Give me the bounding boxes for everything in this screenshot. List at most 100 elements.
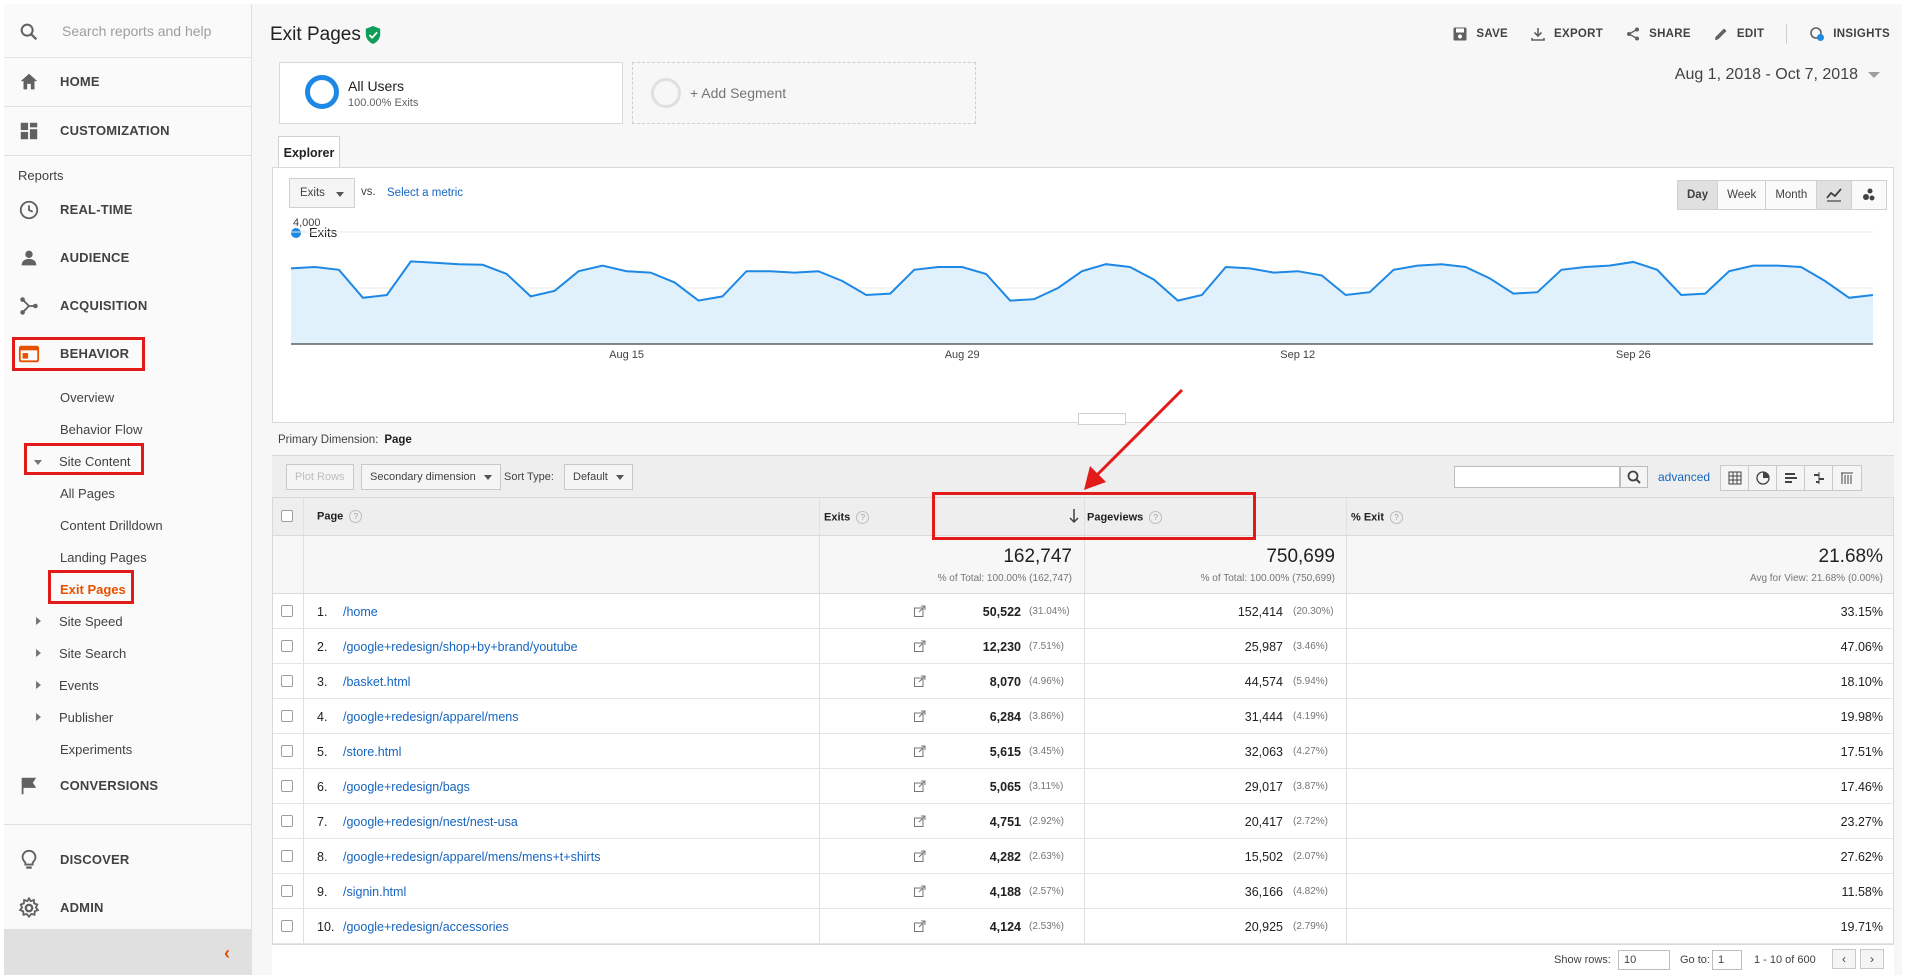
select-all-checkbox[interactable]: [281, 510, 293, 522]
pivot-view-button[interactable]: [1833, 466, 1861, 490]
show-rows-select[interactable]: 10: [1618, 950, 1670, 970]
export-button[interactable]: EXPORT: [1530, 26, 1603, 42]
sidebar-item-behavior-flow[interactable]: Behavior Flow: [60, 422, 142, 437]
page-link[interactable]: /basket.html: [343, 675, 410, 689]
sidebar-item-label: BEHAVIOR: [60, 346, 130, 361]
help-icon[interactable]: ?: [1390, 511, 1404, 524]
collapse-sidebar-button[interactable]: ‹: [4, 929, 252, 975]
row-checkbox[interactable]: [281, 850, 293, 862]
sidebar-item-content-drilldown[interactable]: Content Drilldown: [60, 518, 163, 533]
row-checkbox[interactable]: [281, 885, 293, 897]
page-link[interactable]: /store.html: [343, 745, 401, 759]
external-link-icon[interactable]: [914, 850, 926, 862]
sidebar-search[interactable]: Search reports and help: [4, 4, 251, 58]
help-icon[interactable]: ?: [1149, 511, 1163, 524]
pencil-icon: [1714, 28, 1727, 40]
page-link[interactable]: /google+redesign/shop+by+brand/youtube: [343, 640, 578, 654]
sidebar-item-overview[interactable]: Overview: [60, 390, 114, 405]
chevron-right-icon[interactable]: [36, 649, 41, 657]
row-checkbox[interactable]: [281, 815, 293, 827]
table-search-input[interactable]: [1454, 466, 1620, 488]
sidebar-item-events[interactable]: Events: [59, 678, 99, 693]
row-checkbox[interactable]: [281, 710, 293, 722]
sidebar-item-publisher[interactable]: Publisher: [59, 710, 113, 725]
external-link-icon[interactable]: [914, 640, 926, 652]
primary-dimension-value[interactable]: Page: [384, 434, 412, 446]
help-icon[interactable]: ?: [856, 511, 870, 524]
share-button[interactable]: SHARE: [1625, 26, 1691, 42]
pie-view-button[interactable]: [1749, 466, 1777, 490]
external-link-icon[interactable]: [914, 885, 926, 897]
date-range-picker[interactable]: Aug 1, 2018 - Oct 7, 2018: [1675, 66, 1880, 84]
sidebar-item-all-pages[interactable]: All Pages: [60, 486, 115, 501]
sidebar-item-realtime[interactable]: REAL-TIME: [4, 186, 252, 234]
sidebar-item-behavior[interactable]: BEHAVIOR: [4, 330, 252, 378]
page-link[interactable]: /home: [343, 605, 378, 619]
page-link[interactable]: /google+redesign/bags: [343, 780, 470, 794]
edit-button[interactable]: EDIT: [1713, 26, 1764, 42]
page-link[interactable]: /signin.html: [343, 885, 406, 899]
row-checkbox[interactable]: [281, 920, 293, 932]
table-view-button[interactable]: [1721, 466, 1749, 490]
page-link[interactable]: /google+redesign/apparel/mens: [343, 710, 518, 724]
sidebar-item-experiments[interactable]: Experiments: [60, 742, 132, 757]
external-link-icon[interactable]: [914, 675, 926, 687]
table-row: 7. /google+redesign/nest/nest-usa 4,751 (2.…: [273, 804, 1893, 839]
table-search-button[interactable]: [1620, 466, 1648, 488]
page-title: Exit Pages: [270, 24, 361, 45]
row-checkbox[interactable]: [281, 675, 293, 687]
row-checkbox[interactable]: [281, 640, 293, 652]
sort-type-select[interactable]: Default: [564, 464, 633, 490]
sidebar-item-site-content[interactable]: Site Content: [59, 454, 131, 469]
external-link-icon[interactable]: [914, 745, 926, 757]
sidebar: Search reports and help HOME CUSTOMIZATI…: [4, 4, 252, 975]
sort-descending-icon[interactable]: [1069, 508, 1079, 524]
external-link-icon[interactable]: [914, 710, 926, 722]
sidebar-item-audience[interactable]: AUDIENCE: [4, 234, 252, 282]
goto-input[interactable]: 1: [1712, 950, 1742, 970]
insights-icon: [1810, 27, 1825, 41]
total-pct-exit: 21.68%: [1818, 546, 1883, 567]
table-row: 1. /home 50,522 (31.04%) 152,414 (20.30%) 33.1…: [273, 594, 1893, 629]
secondary-dimension-select[interactable]: Secondary dimension: [361, 464, 501, 490]
plot-rows-button[interactable]: Plot Rows: [286, 464, 354, 490]
sidebar-item-exit-pages[interactable]: Exit Pages: [60, 582, 126, 597]
sidebar-item-admin[interactable]: ADMIN: [4, 884, 252, 932]
advanced-filter-link[interactable]: advanced: [1658, 470, 1710, 484]
sidebar-item-acquisition[interactable]: ACQUISITION: [4, 282, 252, 330]
comparison-view-button[interactable]: [1805, 466, 1833, 490]
sidebar-item-landing-pages[interactable]: Landing Pages: [60, 550, 147, 565]
segment-all-users[interactable]: All Users 100.00% Exits: [279, 62, 623, 124]
chevron-right-icon[interactable]: [36, 617, 41, 625]
page-link[interactable]: /google+redesign/accessories: [343, 920, 509, 934]
chevron-down-icon[interactable]: [34, 460, 42, 465]
chevron-right-icon[interactable]: [36, 713, 41, 721]
sidebar-item-customization[interactable]: CUSTOMIZATION: [4, 107, 251, 155]
next-page-button[interactable]: ›: [1860, 949, 1884, 969]
row-checkbox[interactable]: [281, 605, 293, 617]
external-link-icon[interactable]: [914, 605, 926, 617]
previous-page-button[interactable]: ‹: [1832, 949, 1856, 969]
page-link[interactable]: /google+redesign/apparel/mens/mens+t+shi…: [343, 850, 600, 864]
sidebar-item-site-search[interactable]: Site Search: [59, 646, 126, 661]
performance-view-button[interactable]: [1777, 466, 1805, 490]
external-link-icon[interactable]: [914, 920, 926, 932]
tab-explorer[interactable]: Explorer: [278, 136, 340, 168]
row-checkbox[interactable]: [281, 745, 293, 757]
data-table: Page? Exits? Pageviews? % Exit? 162,747 …: [272, 497, 1894, 945]
sidebar-item-conversions[interactable]: CONVERSIONS: [4, 762, 252, 810]
sidebar-item-discover[interactable]: DISCOVER: [4, 836, 252, 884]
external-link-icon[interactable]: [914, 815, 926, 827]
sidebar-item-home[interactable]: HOME: [4, 58, 251, 106]
sidebar-item-site-speed[interactable]: Site Speed: [59, 614, 123, 629]
insights-button[interactable]: INSIGHTS: [1809, 26, 1890, 42]
chevron-right-icon[interactable]: [36, 681, 41, 689]
row-checkbox[interactable]: [281, 780, 293, 792]
row-number: 8.: [317, 850, 328, 864]
chart-resize-handle[interactable]: [1078, 413, 1126, 425]
save-button[interactable]: SAVE: [1452, 26, 1508, 42]
help-icon[interactable]: ?: [349, 510, 363, 523]
add-segment-button[interactable]: + Add Segment: [632, 62, 976, 124]
page-link[interactable]: /google+redesign/nest/nest-usa: [343, 815, 518, 829]
external-link-icon[interactable]: [914, 780, 926, 792]
